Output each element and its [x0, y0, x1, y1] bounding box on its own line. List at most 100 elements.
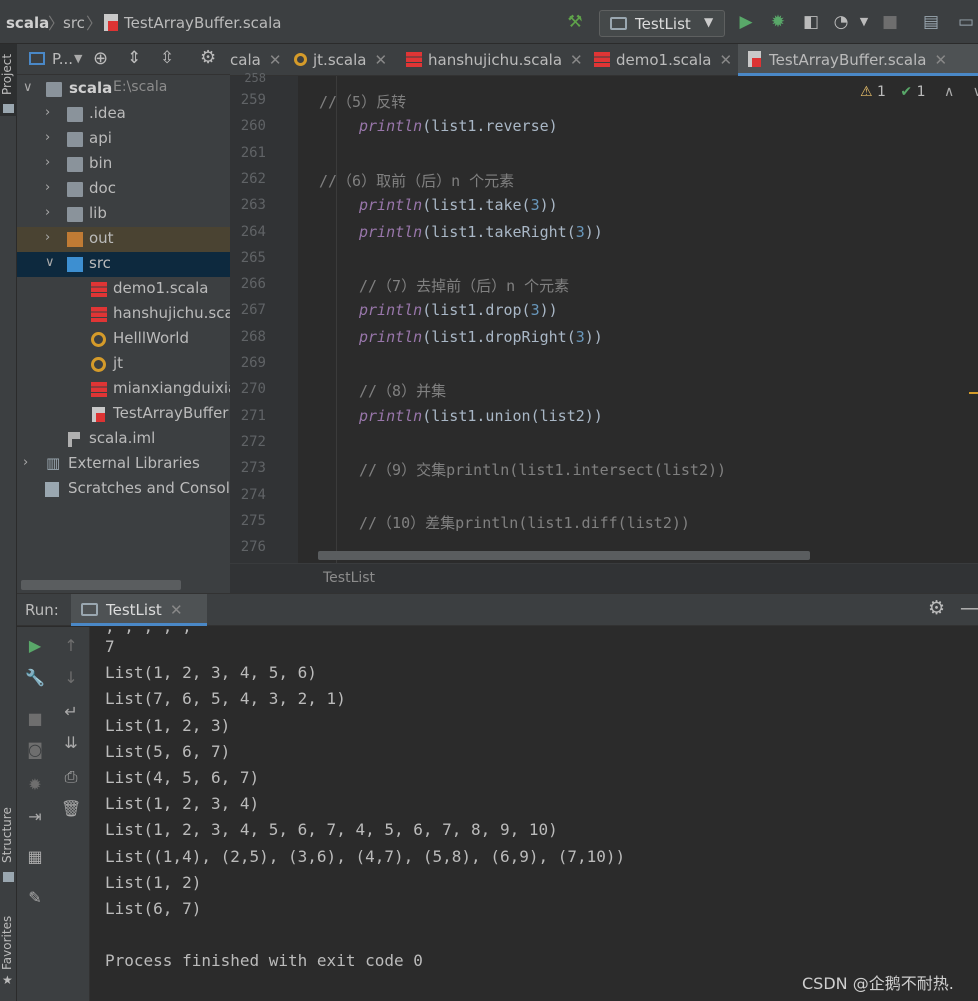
arrow-up-icon[interactable]: ↑: [61, 636, 81, 656]
chevron-right-icon[interactable]: ›: [45, 155, 57, 170]
tab-testarraybuffer[interactable]: TestArrayBuffer.scala ✕: [738, 44, 978, 76]
chevron-down-icon[interactable]: ∨: [973, 84, 978, 100]
profiler-icon[interactable]: ◔: [830, 11, 852, 33]
minimize-icon[interactable]: —: [960, 597, 978, 619]
code-comment: //（8）并集: [359, 382, 447, 401]
chevron-right-icon[interactable]: ›: [45, 230, 57, 245]
code-line[interactable]: println(list1.dropRight(3)): [359, 328, 603, 346]
favorites-tool-tab[interactable]: Favorites: [0, 912, 17, 974]
project-view-select[interactable]: P...: [52, 50, 73, 68]
gear-icon[interactable]: ⚙: [200, 47, 216, 68]
horizontal-scrollbar[interactable]: [318, 551, 810, 560]
breadcrumb-folder[interactable]: src: [63, 14, 85, 32]
collapse-all-icon[interactable]: ⇳: [160, 48, 174, 68]
tree-item-jt[interactable]: jt: [17, 352, 230, 377]
layout-icon[interactable]: ▭: [955, 11, 977, 33]
tree-item-helllworld[interactable]: HelllWorld: [17, 327, 230, 352]
code-line[interactable]: //（9）交集println(list1.intersect(list2)): [359, 459, 726, 480]
print-icon[interactable]: ⎙: [61, 767, 81, 787]
tree-item-demo1[interactable]: demo1.scala: [17, 277, 230, 302]
coverage-icon[interactable]: ◧: [800, 11, 822, 33]
code-line[interactable]: //（8）并集: [359, 380, 446, 401]
chevron-down-icon[interactable]: ▼: [74, 52, 82, 65]
error-stripe-mark[interactable]: [969, 392, 978, 394]
tree-item-bin[interactable]: › bin: [17, 152, 230, 177]
tree-item-scala-iml[interactable]: scala.iml: [17, 427, 230, 452]
close-icon[interactable]: ✕: [170, 601, 183, 619]
chevron-down-icon[interactable]: ∨: [45, 255, 57, 270]
stop-icon[interactable]: ■: [25, 709, 45, 729]
tab-demo1[interactable]: demo1.scala ✕: [594, 44, 732, 76]
build-hammer-icon[interactable]: ⚒: [564, 11, 586, 33]
wrench-icon[interactable]: 🔧: [25, 668, 45, 688]
tree-item-label: .idea: [89, 104, 126, 122]
chevron-right-icon[interactable]: ›: [45, 180, 57, 195]
tree-item-project-root[interactable]: ∨ scala E:\scala: [17, 77, 230, 102]
structure-tool-tab[interactable]: Structure: [0, 804, 17, 866]
code-line[interactable]: println(list1.take(3)): [359, 196, 558, 214]
close-icon[interactable]: ✕: [719, 51, 732, 69]
chevron-right-icon[interactable]: ›: [45, 105, 57, 120]
soft-wrap-icon[interactable]: ↵: [61, 702, 81, 722]
code-line[interactable]: //（6）取前（后）n 个元素: [319, 170, 514, 191]
more-run-options-icon[interactable]: ▼: [853, 11, 875, 33]
tree-item-hanshujichu[interactable]: hanshujichu.scala: [17, 302, 230, 327]
inspection-widget[interactable]: ⚠ 1 ✔ 1 ∧ ∨: [860, 84, 978, 100]
tree-item-out[interactable]: › out: [17, 227, 230, 252]
line-number: 272: [240, 433, 266, 450]
debug-icon[interactable]: ✹: [767, 11, 789, 33]
code-editor[interactable]: //（5）反转 println(list1.reverse) //（6）取前（后）n…: [298, 76, 978, 563]
project-tool-tab[interactable]: Project: [0, 52, 17, 96]
tree-item-mianxiangduixia[interactable]: mianxiangduixia: [17, 377, 230, 402]
exit-icon[interactable]: ⇥: [25, 807, 45, 827]
code-line[interactable]: //（5）反转: [319, 91, 406, 112]
breadcrumb-project[interactable]: scala: [6, 14, 49, 32]
tree-item-src[interactable]: ∨ src: [17, 252, 230, 277]
bug-icon[interactable]: ✹: [25, 775, 45, 795]
code-line[interactable]: println(list1.union(list2)): [359, 407, 603, 425]
gear-icon[interactable]: ⚙: [928, 597, 945, 619]
scroll-to-end-icon[interactable]: ⇊: [61, 733, 81, 753]
console-output[interactable]: , , , , , 7 List(1, 2, 3, 4, 5, 6) List(7,…: [90, 627, 978, 1001]
tree-item-external-libraries[interactable]: › ▥ External Libraries: [17, 452, 230, 477]
tree-item-testarraybuffer[interactable]: TestArrayBuffer: [17, 402, 230, 427]
horizontal-scrollbar[interactable]: [21, 580, 181, 590]
pin-icon[interactable]: ✎: [25, 888, 45, 908]
project-structure-icon[interactable]: ▤: [920, 11, 942, 33]
scala-file-icon: [594, 52, 610, 67]
editor-breadcrumb-label[interactable]: TestList: [323, 570, 375, 586]
tree-item-api[interactable]: › api: [17, 127, 230, 152]
run-configuration-select[interactable]: TestList ▼: [599, 10, 725, 37]
code-line[interactable]: //（7）去掉前（后）n 个元素: [359, 275, 569, 296]
locate-icon[interactable]: ⊕: [93, 48, 108, 69]
tree-item-lib[interactable]: › lib: [17, 202, 230, 227]
close-icon[interactable]: ✕: [374, 51, 387, 69]
tab-jt[interactable]: jt.scala ✕: [294, 44, 387, 76]
close-icon[interactable]: ✕: [570, 51, 583, 69]
chevron-right-icon[interactable]: ›: [23, 455, 35, 470]
tree-item-doc[interactable]: › doc: [17, 177, 230, 202]
run-icon[interactable]: ▶: [735, 11, 757, 33]
close-icon[interactable]: ✕: [269, 51, 282, 69]
tab-testlist[interactable]: TestList ✕: [71, 594, 207, 626]
chevron-right-icon[interactable]: ›: [45, 205, 57, 220]
chevron-right-icon[interactable]: ›: [45, 130, 57, 145]
chevron-down-icon[interactable]: ∨: [23, 80, 35, 95]
breadcrumb-file[interactable]: TestArrayBuffer.scala: [124, 14, 281, 32]
expand-all-icon[interactable]: ⇕: [127, 48, 141, 68]
code-line[interactable]: //（10）差集println(list1.diff(list2)): [359, 512, 690, 533]
code-line[interactable]: println(list1.drop(3)): [359, 301, 558, 319]
stop-icon[interactable]: ■: [879, 11, 901, 33]
tree-item-idea[interactable]: › .idea: [17, 102, 230, 127]
arrow-down-icon[interactable]: ↓: [61, 668, 81, 688]
tree-item-scratches[interactable]: Scratches and Console: [17, 477, 230, 502]
chevron-up-icon[interactable]: ∧: [944, 84, 954, 100]
code-line[interactable]: println(list1.reverse): [359, 117, 558, 135]
code-line[interactable]: println(list1.takeRight(3)): [359, 223, 603, 241]
layout-icon[interactable]: ▦: [25, 847, 45, 867]
camera-icon[interactable]: ◙: [25, 740, 45, 760]
rerun-icon[interactable]: ▶: [25, 636, 45, 656]
trash-icon[interactable]: 🗑: [61, 799, 81, 819]
tab-hanshujichu[interactable]: hanshujichu.scala ✕: [406, 44, 583, 76]
close-icon[interactable]: ✕: [934, 51, 947, 69]
